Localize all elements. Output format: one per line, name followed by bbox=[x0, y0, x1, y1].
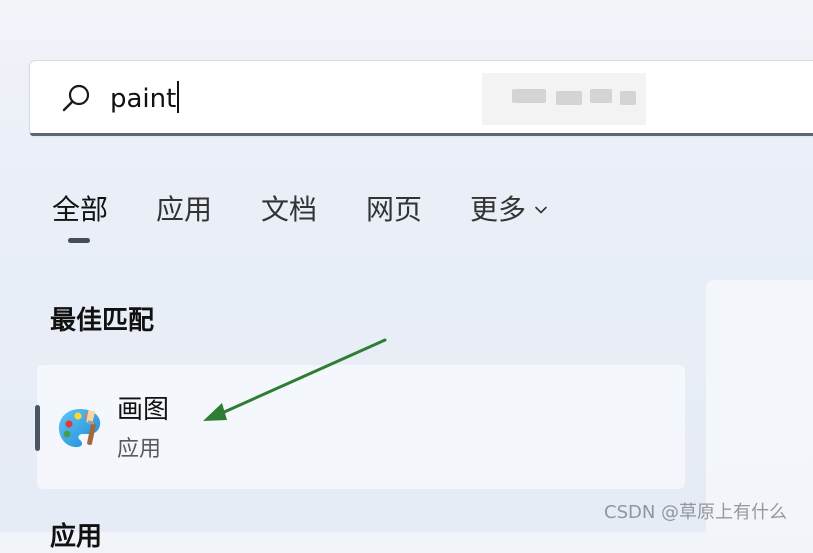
paint-palette-icon bbox=[58, 409, 101, 448]
result-app-name: 画图 bbox=[117, 395, 170, 425]
text-caret bbox=[177, 81, 180, 113]
tab-web-label: 网页 bbox=[366, 193, 423, 226]
watermark-text: CSDN @草原上有什么 bbox=[604, 502, 788, 523]
selection-indicator bbox=[35, 405, 40, 451]
tab-all-label: 全部 bbox=[52, 193, 109, 226]
tab-more-label: 更多 bbox=[470, 193, 527, 226]
chevron-down-icon bbox=[535, 206, 547, 214]
best-match-result[interactable]: 画图 应用 bbox=[35, 365, 685, 489]
result-app-type: 应用 bbox=[117, 437, 162, 462]
search-box[interactable]: paint bbox=[29, 60, 813, 136]
tab-more[interactable]: 更多 bbox=[470, 188, 548, 228]
tab-documents[interactable]: 文档 bbox=[261, 188, 317, 228]
blurred-region bbox=[482, 73, 646, 125]
search-icon bbox=[62, 84, 90, 112]
tab-active-indicator bbox=[68, 238, 90, 243]
tab-all[interactable]: 全部 bbox=[52, 188, 108, 228]
tab-documents-label: 文档 bbox=[261, 193, 318, 226]
search-input-value: paint bbox=[110, 84, 177, 114]
search-input[interactable]: paint bbox=[110, 79, 180, 119]
tab-apps[interactable]: 应用 bbox=[156, 188, 212, 228]
preview-panel bbox=[706, 280, 813, 532]
apps-section-heading: 应用 bbox=[50, 522, 103, 552]
tab-apps-label: 应用 bbox=[156, 193, 213, 226]
best-match-heading: 最佳匹配 bbox=[50, 306, 155, 336]
tab-web[interactable]: 网页 bbox=[366, 188, 422, 228]
